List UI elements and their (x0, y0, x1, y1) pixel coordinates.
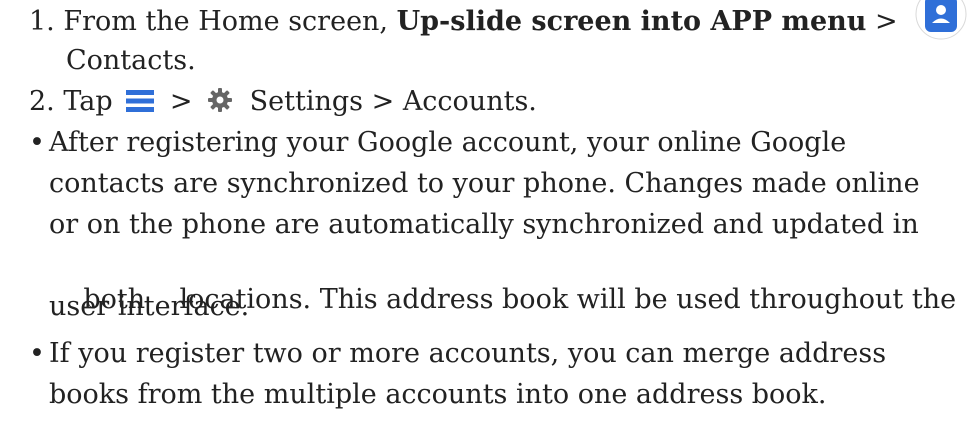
bullet-1-line-5: user interface. (49, 290, 249, 324)
gear-icon (208, 87, 233, 112)
step-1-separator: > (875, 6, 898, 37)
step-1-line-2: Contacts. (66, 44, 196, 78)
bullet-1-text-line: contacts are synchronized to your phone.… (49, 168, 920, 199)
bullet-1-text-line: user interface. (49, 291, 250, 322)
step-1-text: From the Home screen, (63, 6, 389, 37)
instruction-page: 1. From the Home screen, Up-slide screen… (0, 0, 978, 431)
step-1-continuation: Contacts. (66, 45, 196, 76)
step-2-tap: Tap (63, 86, 113, 117)
step-2-line: 2. Tap > Settings > Accounts. (29, 85, 537, 119)
bullet-2-line-1: • If you register two or more accounts, y… (29, 337, 886, 371)
step-1-number: 1. (29, 6, 55, 37)
bullet-1-line-2: contacts are synchronized to your phone.… (49, 167, 920, 201)
bullet-2-symbol: • (29, 338, 45, 369)
bullet-1-text-line: or on the phone are automatically synchr… (49, 209, 919, 240)
step-2-separator-2: > (371, 86, 395, 117)
step-2-separator-1: > (169, 86, 193, 117)
bullet-2-line-2: books from the multiple accounts into on… (49, 378, 827, 412)
bullet-2-text-line: books from the multiple accounts into on… (49, 379, 827, 410)
step-2-settings: Settings (249, 86, 363, 117)
contacts-app-icon (915, 0, 967, 40)
bullet-1-line-3: or on the phone are automatically synchr… (49, 208, 919, 242)
hamburger-menu-icon (126, 89, 155, 112)
bullet-2-text-line: If you register two or more accounts, yo… (49, 338, 887, 369)
bullet-1-text-line: After registering your Google account, y… (49, 127, 847, 158)
bullet-1-symbol: • (29, 127, 45, 158)
step-2-accounts: Accounts. (402, 86, 537, 117)
bullet-1-line-1: • After registering your Google account, … (29, 126, 846, 160)
step-1-line-1: 1. From the Home screen, Up-slide screen… (29, 5, 898, 39)
step-2-number: 2. (29, 86, 55, 117)
step-1-bold-action: Up-slide screen into APP menu (396, 6, 867, 37)
